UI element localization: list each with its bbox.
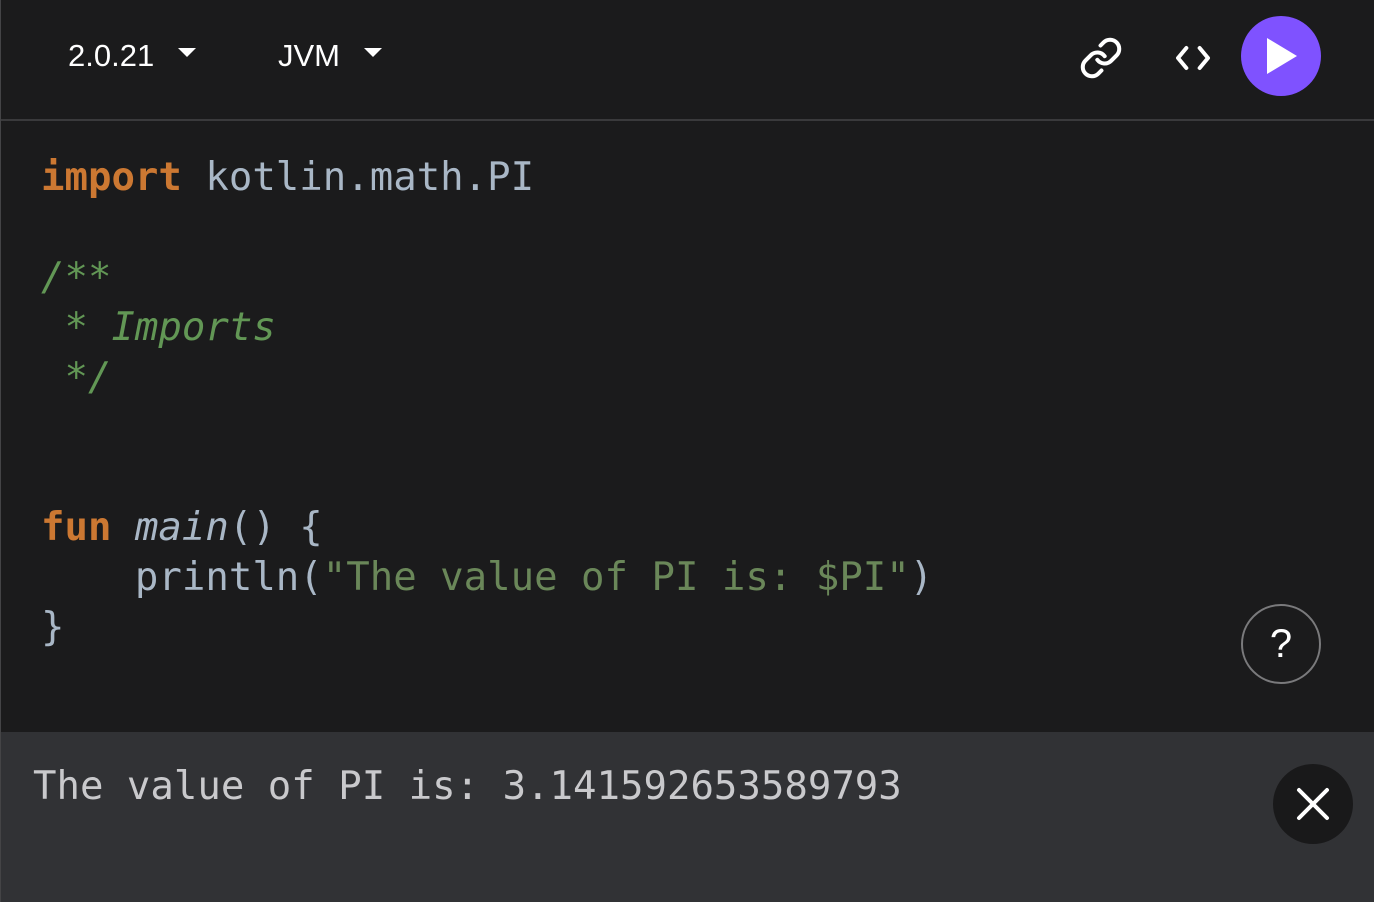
- kotlin-playground: 2.0.21 JVM import kotlin.math.PI /** * Im…: [0, 0, 1374, 902]
- code-token-fn: main: [134, 505, 229, 550]
- code-token-plain: () {: [228, 505, 323, 550]
- code-line: import kotlin.math.PI: [41, 153, 933, 203]
- target-label: JVM: [278, 38, 340, 73]
- code-brackets-icon: [1176, 46, 1210, 70]
- target-platform-dropdown[interactable]: JVM: [278, 36, 382, 76]
- help-button[interactable]: ?: [1241, 604, 1321, 684]
- code-line: */: [41, 353, 933, 403]
- link-icon: [1080, 37, 1122, 79]
- code-token-plain: }: [41, 605, 65, 650]
- embed-code-button[interactable]: [1165, 30, 1221, 86]
- play-icon: [1267, 38, 1297, 74]
- code-token-plain: println(: [41, 555, 323, 600]
- code-token-cm: /**: [41, 255, 112, 300]
- code-line: fun main() {: [41, 503, 933, 553]
- output-panel: The value of PI is: 3.141592653589793: [1, 732, 1374, 902]
- code-token-kw: import: [41, 155, 182, 200]
- code-line: }: [41, 603, 933, 653]
- code-token-cm: * Imports: [41, 305, 276, 350]
- code-token-str: "The value of PI is: $PI": [322, 555, 910, 600]
- version-label: 2.0.21: [68, 38, 155, 73]
- output-text: The value of PI is: 3.141592653589793: [33, 764, 902, 809]
- code-line: /**: [41, 253, 933, 303]
- code-editor[interactable]: import kotlin.math.PI /** * Imports */ fun…: [41, 153, 933, 653]
- code-token-cm: */: [41, 355, 112, 400]
- close-output-button[interactable]: [1273, 764, 1353, 844]
- version-dropdown[interactable]: 2.0.21: [68, 36, 197, 76]
- code-token-plain: ): [909, 555, 934, 600]
- code-token-kw: fun: [41, 505, 112, 550]
- share-link-button[interactable]: [1073, 30, 1129, 86]
- chevron-down-icon: [178, 47, 197, 57]
- code-line: println("The value of PI is: $PI"): [41, 553, 933, 603]
- code-token-plain: kotlin.math.PI: [181, 155, 535, 200]
- code-line: * Imports: [41, 303, 933, 353]
- close-icon: [1297, 788, 1329, 820]
- run-button[interactable]: [1241, 16, 1321, 96]
- help-label: ?: [1269, 621, 1293, 666]
- chevron-down-icon: [364, 47, 382, 57]
- toolbar: 2.0.21 JVM: [1, 0, 1374, 121]
